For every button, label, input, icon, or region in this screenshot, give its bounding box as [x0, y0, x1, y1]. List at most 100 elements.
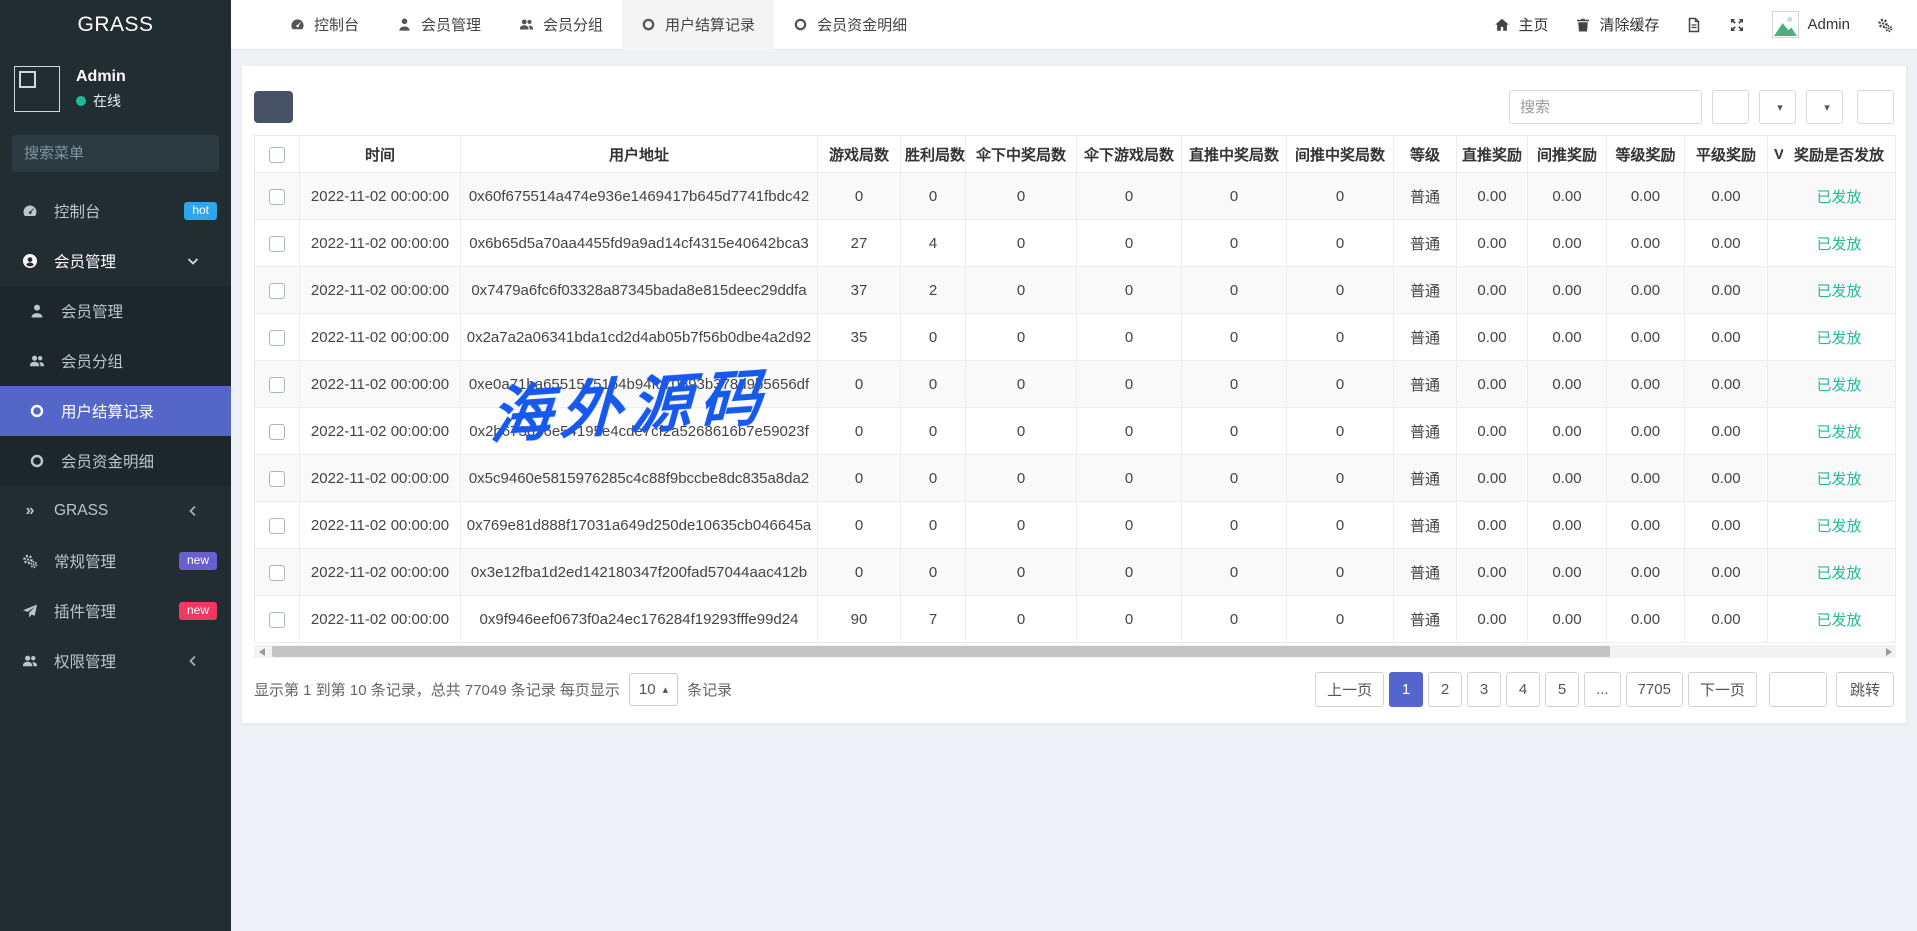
- table-cell: 0.00: [1607, 220, 1685, 267]
- row-checkbox[interactable]: [269, 565, 285, 581]
- home-link[interactable]: 主页: [1494, 14, 1548, 35]
- table-cell: 0.00: [1685, 267, 1768, 314]
- clear-cache-link-label: 清除缓存: [1599, 14, 1659, 35]
- row-checkbox[interactable]: [269, 471, 285, 487]
- page-button-7705[interactable]: 7705: [1626, 672, 1683, 707]
- row-checkbox[interactable]: [269, 189, 285, 205]
- menu-toggle-icon[interactable]: [231, 0, 271, 50]
- user-circle-icon: [18, 253, 42, 269]
- page-button-...[interactable]: ...: [1584, 672, 1621, 707]
- table-cell: 0.00: [1457, 220, 1528, 267]
- sidebar-item-general[interactable]: 常规管理new: [0, 536, 231, 586]
- sidebar-item-user-settlement[interactable]: 用户结算记录: [0, 386, 231, 436]
- table-cell: 2022-11-02 00:00:00: [300, 596, 461, 643]
- row-checkbox[interactable]: [269, 330, 285, 346]
- table-cell: 0: [818, 549, 901, 596]
- table-cell: 0.00: [1528, 361, 1607, 408]
- table-search-input[interactable]: [1509, 90, 1702, 124]
- table-cell: 90: [818, 596, 901, 643]
- sidebar-item-members[interactable]: 会员管理: [0, 286, 231, 336]
- table-scroll-area[interactable]: 时间用户地址游戏局数胜利局数伞下中奖局数伞下游戏局数直推中奖局数间推中奖局数等级…: [254, 135, 1896, 643]
- sidebar-item-member-funds[interactable]: 会员资金明细: [0, 436, 231, 486]
- table-cell: 2022-11-02 00:00:00: [300, 408, 461, 455]
- row-checkbox[interactable]: [269, 377, 285, 393]
- table-cell: 0: [1182, 455, 1287, 502]
- chevron-down-icon: [181, 253, 205, 269]
- row-select-cell: [254, 455, 300, 502]
- table-cell: 0.00: [1685, 549, 1768, 596]
- sidebar-item-plugins[interactable]: 插件管理new: [0, 586, 231, 636]
- table-cell: 0: [1182, 267, 1287, 314]
- users-icon: [18, 653, 42, 669]
- row-checkbox[interactable]: [269, 612, 285, 628]
- columns-button[interactable]: ▾: [1759, 90, 1796, 124]
- page-button-4[interactable]: 4: [1506, 672, 1540, 707]
- home-icon: [1494, 17, 1510, 33]
- table-cell: 0.00: [1607, 408, 1685, 455]
- refresh-button[interactable]: [254, 91, 293, 123]
- status-cell: 已发放: [1783, 549, 1896, 596]
- fullscreen-button[interactable]: [1729, 17, 1745, 33]
- table-cell: 4: [901, 220, 966, 267]
- table-cell: 0: [1287, 455, 1394, 502]
- table-cell: 0: [1182, 596, 1287, 643]
- page-size-dropdown[interactable]: 10 ▴: [629, 673, 678, 706]
- pagination-bar: 显示第 1 到第 10 条记录，总共 77049 条记录 每页显示 10 ▴ 条…: [254, 672, 1894, 707]
- sidebar-search-input[interactable]: [12, 135, 219, 172]
- sidebar-item-members-parent[interactable]: 会员管理: [0, 236, 231, 286]
- table-cell: 0: [966, 408, 1077, 455]
- sidebar-item-grass[interactable]: »GRASS: [0, 486, 231, 536]
- page-button-上一页[interactable]: 上一页: [1315, 672, 1384, 707]
- sidebar-item-permissions[interactable]: 权限管理: [0, 636, 231, 686]
- select-all-checkbox[interactable]: [269, 147, 285, 163]
- page-button-下一页[interactable]: 下一页: [1688, 672, 1757, 707]
- sidebar-item-console[interactable]: 控制台hot: [0, 186, 231, 236]
- page-button-1[interactable]: 1: [1389, 672, 1423, 707]
- row-checkbox[interactable]: [269, 236, 285, 252]
- log-button[interactable]: [1686, 17, 1702, 33]
- row-checkbox[interactable]: [269, 424, 285, 440]
- tab-members[interactable]: 会员管理: [378, 0, 500, 50]
- column-header: 直推中奖局数: [1182, 135, 1287, 173]
- row-checkbox[interactable]: [269, 283, 285, 299]
- row-checkbox[interactable]: [269, 518, 285, 534]
- search-button[interactable]: [1857, 90, 1894, 124]
- table-row: 2022-11-02 00:00:000x2a7a2a06341bda1cd2d…: [254, 314, 1896, 361]
- table-cell: 2022-11-02 00:00:00: [300, 502, 461, 549]
- sidebar-item-member-groups[interactable]: 会员分组: [0, 336, 231, 386]
- scrollbar-thumb[interactable]: [272, 646, 1610, 657]
- gauge-icon: [290, 17, 305, 32]
- toggle-view-button[interactable]: [1712, 90, 1749, 124]
- user-icon: [397, 17, 412, 32]
- scroll-right-arrow[interactable]: [1881, 645, 1896, 658]
- tab-console[interactable]: 控制台: [271, 0, 378, 50]
- jump-button[interactable]: 跳转: [1836, 672, 1894, 707]
- file-icon: [1686, 17, 1702, 33]
- table-cell: 0.00: [1528, 173, 1607, 220]
- table-cell: 0.00: [1528, 549, 1607, 596]
- scroll-left-arrow[interactable]: [254, 645, 269, 658]
- tab-member-groups[interactable]: 会员分组: [500, 0, 622, 50]
- status-cell: 已发放: [1783, 502, 1896, 549]
- clear-cache-link[interactable]: 清除缓存: [1575, 14, 1659, 35]
- page-button-5[interactable]: 5: [1545, 672, 1579, 707]
- export-button[interactable]: ▾: [1806, 90, 1843, 124]
- sidebar-item-label: 会员分组: [61, 350, 123, 372]
- sidebar-item-label: 插件管理: [54, 600, 116, 622]
- jump-page-input[interactable]: [1769, 672, 1827, 707]
- table-cell: 0.00: [1528, 596, 1607, 643]
- page-button-3[interactable]: 3: [1467, 672, 1501, 707]
- table-cell: 0: [1077, 314, 1182, 361]
- table-cell: 0.00: [1607, 173, 1685, 220]
- page-button-2[interactable]: 2: [1428, 672, 1462, 707]
- tab-user-settlement[interactable]: 用户结算记录: [622, 0, 774, 50]
- table-cell: 0: [1182, 220, 1287, 267]
- table-cell: 0: [966, 173, 1077, 220]
- tab-member-funds[interactable]: 会员资金明细: [774, 0, 926, 50]
- user-menu[interactable]: Admin: [1772, 11, 1850, 38]
- column-header: 伞下中奖局数: [966, 135, 1077, 173]
- table-cell: 0.00: [1528, 314, 1607, 361]
- settings-button[interactable]: [1877, 17, 1893, 33]
- horizontal-scrollbar[interactable]: [254, 645, 1896, 658]
- online-dot: [76, 96, 86, 106]
